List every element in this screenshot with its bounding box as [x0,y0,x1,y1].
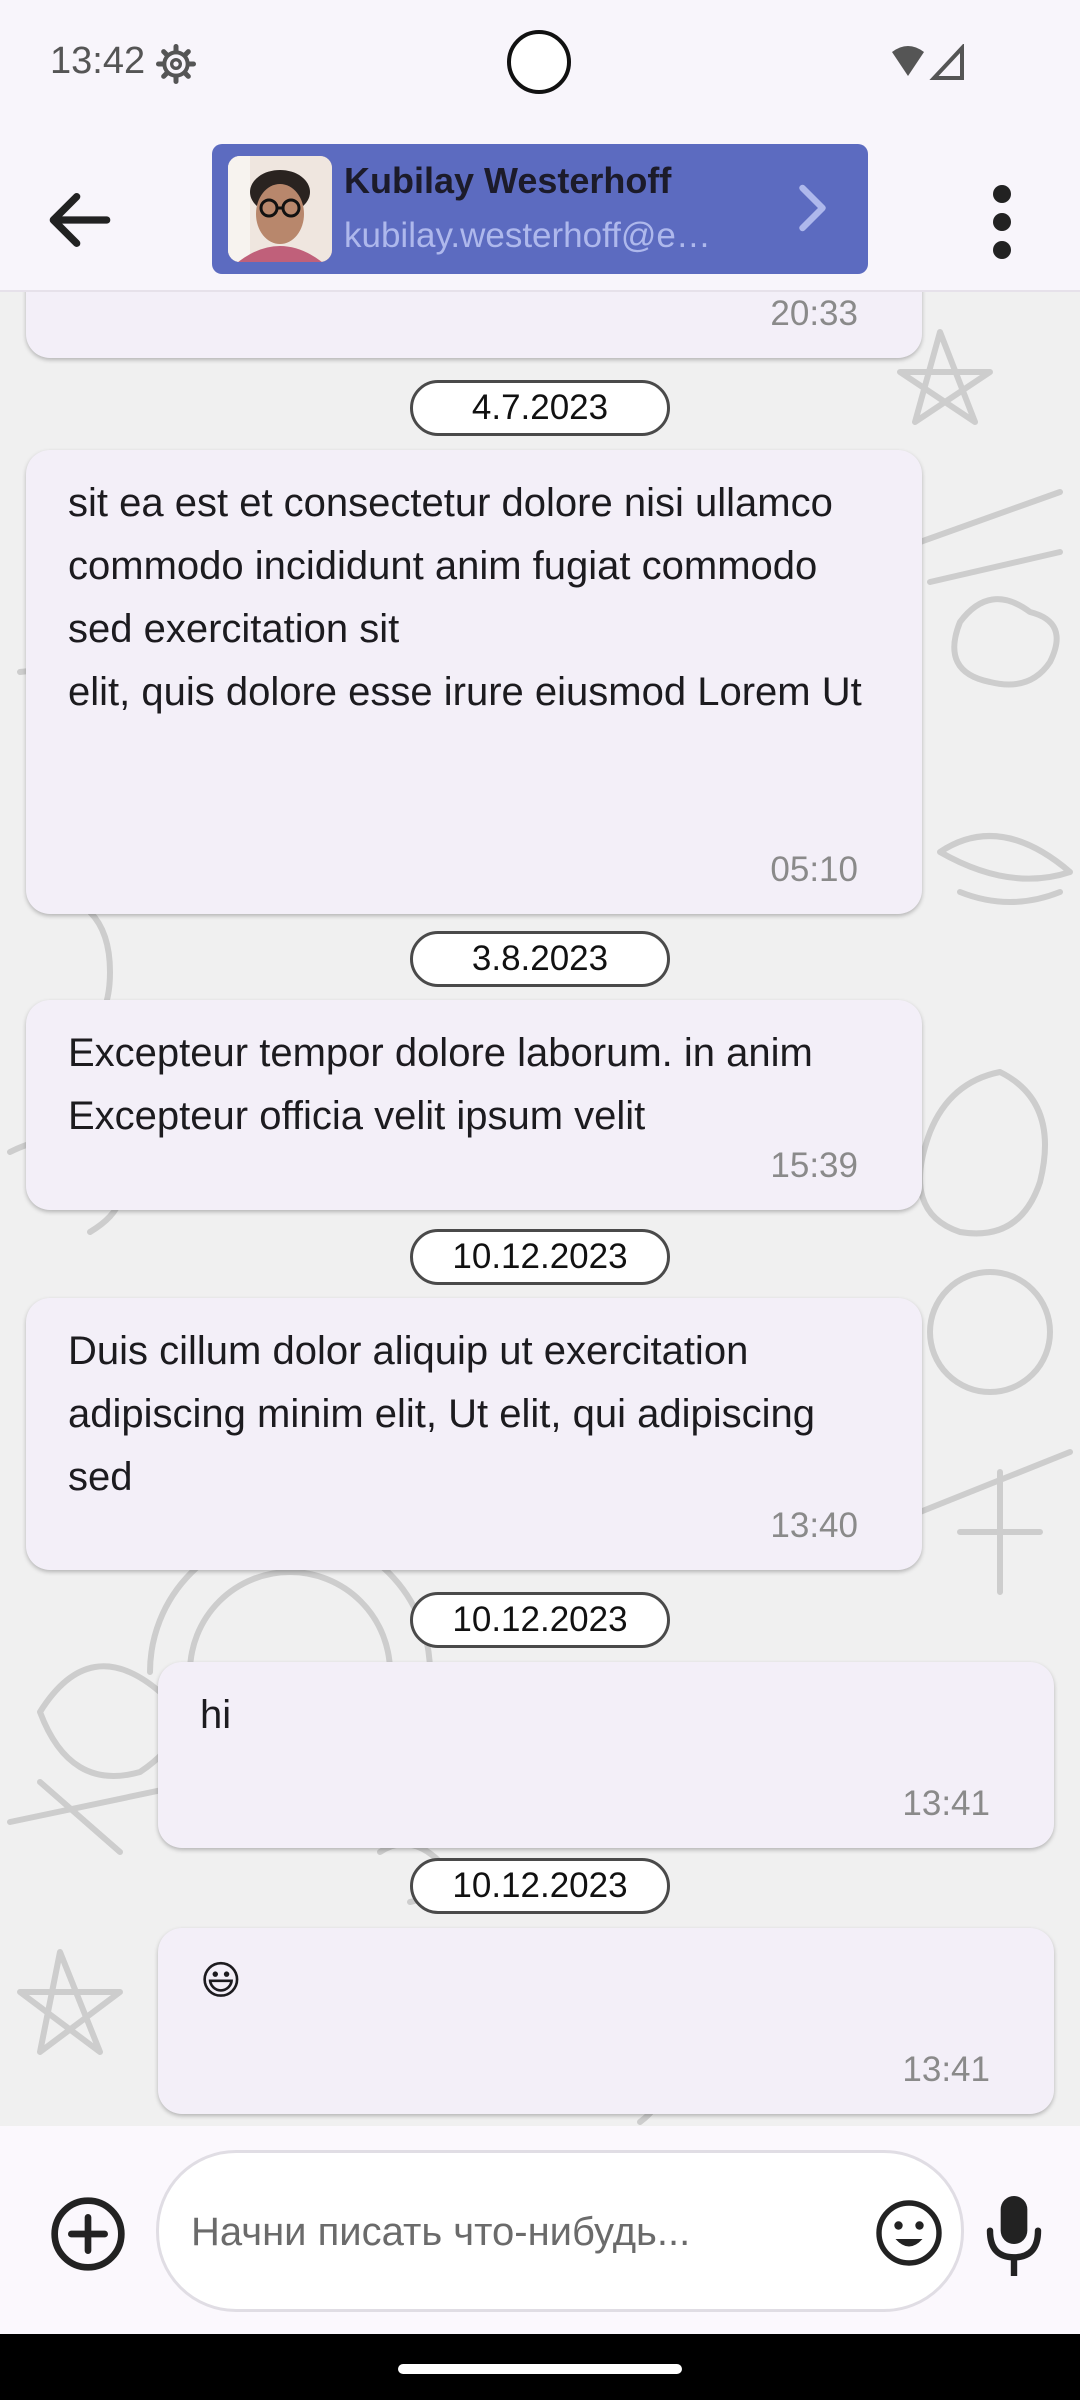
add-circle-icon[interactable] [48,2194,128,2274]
message-time: 13:41 [902,2050,990,2089]
message-text: hi [200,1693,232,1737]
message-bubble-outgoing[interactable]: 😃 13:41 [158,1928,1054,2114]
more-vert-icon[interactable] [984,182,1020,262]
wifi-signal-icon [892,44,964,80]
message-bubble-incoming[interactable]: sit ea est et consectetur dolore nisi ul… [26,450,922,914]
settings-gear-icon [156,44,196,84]
message-input-wrapper [156,2150,964,2312]
chevron-right-icon [799,184,826,232]
message-time: 15:39 [770,1146,858,1185]
front-camera [507,30,571,94]
message-time: 13:40 [770,1506,858,1545]
home-handle[interactable] [398,2364,682,2374]
message-time: 13:41 [902,1784,990,1823]
message-text: Excepteur tempor dolore laborum. in anim… [68,1031,813,1138]
date-separator: 10.12.2023 [410,1858,670,1914]
chat-header: Kubilay Westerhoff kubilay.westerhoff@e… [0,130,1080,292]
status-bar: 13:42 [0,0,1080,130]
contact-name: Kubilay Westerhoff [344,160,672,201]
message-bubble-incoming[interactable]: Excepteur tempor dolore laborum. in anim… [26,1000,922,1210]
emoji-icon[interactable] [873,2197,945,2269]
contact-email: kubilay.westerhoff@e… [344,216,711,255]
message-list[interactable]: 20:33 4.7.2023 sit ea est et consectetur… [0,292,1080,2126]
message-bubble-outgoing[interactable]: hi 13:41 [158,1662,1054,1848]
date-separator: 3.8.2023 [410,931,670,987]
message-text: sit ea est et consectetur dolore nisi ul… [68,481,862,714]
message-bubble-incoming[interactable]: Duis cillum dolor aliquip ut exercitatio… [26,1298,922,1570]
status-time: 13:42 [50,40,146,82]
arrow-back-icon[interactable] [40,180,120,260]
message-text: Duis cillum dolor aliquip ut exercitatio… [68,1329,815,1499]
contact-card[interactable]: Kubilay Westerhoff kubilay.westerhoff@e… [212,144,868,274]
avatar [228,156,332,262]
message-composer [0,2126,1080,2334]
message-time: 20:33 [770,294,858,333]
message-time: 05:10 [770,850,858,889]
date-separator: 4.7.2023 [410,380,670,436]
mic-icon[interactable] [982,2190,1046,2282]
system-nav-bar [0,2334,1080,2400]
date-separator: 10.12.2023 [410,1229,670,1285]
message-input[interactable] [189,2199,793,2265]
message-text: 😃 [200,1959,242,2003]
date-separator: 10.12.2023 [410,1592,670,1648]
message-bubble-partial[interactable]: 20:33 [26,292,922,358]
